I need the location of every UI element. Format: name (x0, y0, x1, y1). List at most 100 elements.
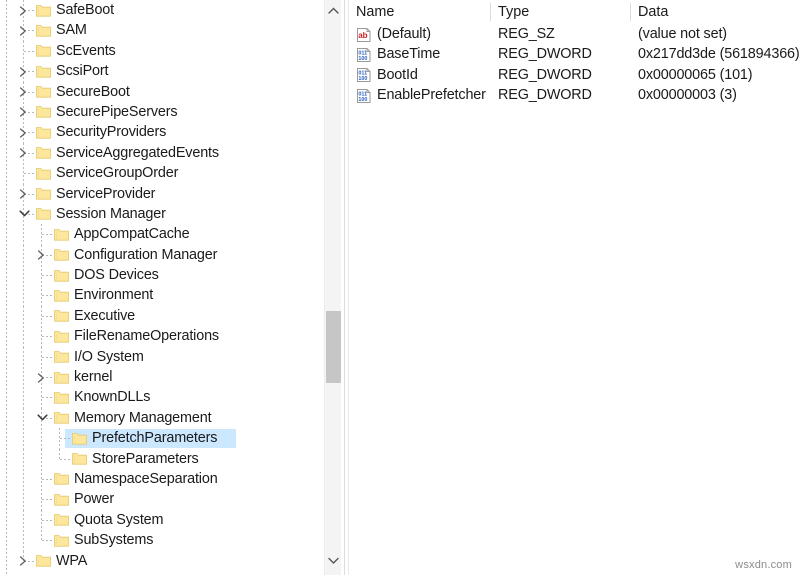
folder-icon (54, 472, 69, 486)
tree-item-i-o-system[interactable]: I/O System (0, 346, 321, 368)
value-row[interactable]: 011 100 EnablePrefetcher REG_DWORD 0x0000000… (352, 85, 800, 105)
string-value-icon: ab (356, 27, 372, 43)
chevron-right-icon[interactable] (17, 122, 31, 142)
tree-item-executive[interactable]: Executive (0, 305, 321, 327)
tree-item-label: SecureBoot (56, 83, 130, 100)
tree-item-serviceprovider[interactable]: ServiceProvider (0, 183, 321, 204)
chevron-down-icon[interactable] (35, 408, 49, 428)
tree-connector-horizontal (42, 478, 52, 480)
tree-item-dos-devices[interactable]: DOS Devices (0, 265, 321, 286)
column-divider-type-data[interactable] (630, 3, 631, 21)
tree-item-safeboot[interactable]: SafeBoot (0, 0, 321, 21)
tree-item-scevents[interactable]: ScEvents (0, 40, 321, 62)
tree-item-servicegrouporder[interactable]: ServiceGroupOrder (0, 163, 321, 184)
tree-connector-horizontal (60, 458, 70, 460)
tree-item-namespaceseparation[interactable]: NamespaceSeparation (0, 468, 321, 490)
value-row[interactable]: 011 100 BootId REG_DWORD 0x00000065 (101) (352, 65, 800, 85)
tree-item-filerenameoperations[interactable]: FileRenameOperations (0, 326, 321, 347)
folder-icon (54, 411, 69, 424)
chevron-right-icon[interactable] (17, 61, 31, 81)
folder-icon (54, 534, 69, 547)
folder-icon (72, 432, 87, 445)
column-divider-name-type[interactable] (490, 3, 491, 21)
chevron-down-icon[interactable] (17, 204, 31, 224)
folder-icon (54, 513, 69, 526)
value-data: 0x00000003 (3) (638, 87, 737, 104)
registry-editor-window: SafeBoot SAM ScEvents ScsiPort SecureBoot Sec… (0, 0, 800, 575)
pane-splitter-shadow (348, 0, 349, 575)
tree-item-serviceaggregatedevents[interactable]: ServiceAggregatedEvents (0, 142, 321, 164)
chevron-right-icon[interactable] (17, 0, 31, 20)
folder-icon (54, 391, 69, 404)
tree-guideline (23, 448, 24, 469)
dword-value-icon: 011 100 (356, 88, 372, 104)
tree-item-quota-system[interactable]: Quota System (0, 509, 321, 531)
tree-item-securepipeservers[interactable]: SecurePipeServers (0, 101, 321, 123)
chevron-right-icon[interactable] (17, 143, 31, 163)
value-type: REG_DWORD (498, 87, 592, 104)
values-column-header[interactable]: Name Type Data (352, 0, 800, 24)
value-name: BootId (377, 66, 418, 83)
chevron-right-icon[interactable] (17, 102, 31, 122)
tree-item-knowndlls[interactable]: KnownDLLs (0, 387, 321, 408)
chevron-right-icon[interactable] (17, 184, 31, 204)
folder-icon (54, 228, 69, 241)
folder-icon (54, 371, 69, 384)
tree-item-storeparameters[interactable]: StoreParameters (0, 448, 321, 469)
tree-connector-vertical (41, 530, 42, 541)
chevron-right-icon[interactable] (17, 551, 31, 571)
folder-icon (36, 44, 51, 57)
tree-item-label: I/O System (74, 348, 144, 365)
pane-splitter[interactable] (344, 0, 345, 575)
tree-item-configuration-manager[interactable]: Configuration Manager (0, 244, 321, 266)
chevron-up-icon[interactable] (325, 2, 342, 19)
tree-guideline (23, 407, 24, 429)
tree-item-kernel[interactable]: kernel (0, 367, 321, 388)
tree-item-label: SubSystems (74, 532, 154, 549)
value-row[interactable]: ab (Default) REG_SZ (value not set) (352, 24, 800, 44)
chevron-right-icon[interactable] (17, 82, 31, 102)
tree-item-label: WPA (56, 552, 88, 569)
value-row[interactable]: 011 100 BaseTime REG_DWORD 0x217dd3de (56189… (352, 44, 800, 64)
tree-item-label: ScsiPort (56, 63, 109, 80)
tree-item-securityproviders[interactable]: SecurityProviders (0, 122, 321, 143)
value-type: REG_DWORD (498, 66, 592, 83)
chevron-down-icon[interactable] (325, 552, 342, 569)
tree-item-appcompatcache[interactable]: AppCompatCache (0, 224, 321, 245)
tree-item-label: ServiceAggregatedEvents (56, 144, 219, 161)
tree-item-prefetchparameters[interactable]: PrefetchParameters (0, 428, 321, 449)
column-header-type[interactable]: Type (498, 0, 529, 24)
folder-icon (36, 126, 51, 139)
chevron-right-icon[interactable] (17, 20, 31, 40)
tree-item-wpa[interactable]: WPA (0, 550, 321, 571)
tree-connector-horizontal (42, 295, 52, 297)
column-header-name[interactable]: Name (356, 0, 394, 24)
tree-guideline (23, 509, 24, 531)
chevron-right-icon[interactable] (35, 245, 49, 265)
folder-icon (36, 146, 51, 159)
folder-icon (36, 187, 51, 200)
column-header-data[interactable]: Data (638, 0, 668, 24)
tree-item-sam[interactable]: SAM (0, 20, 321, 41)
tree-guideline (23, 468, 24, 490)
tree-guideline (23, 244, 24, 266)
tree-item-subsystems[interactable]: SubSystems (0, 530, 321, 551)
tree-connector-horizontal (24, 50, 34, 52)
scrollbar-thumb[interactable] (326, 311, 341, 383)
tree-guideline (23, 346, 24, 368)
folder-icon (54, 493, 69, 506)
value-data: 0x00000065 (101) (638, 66, 753, 83)
registry-values-list[interactable]: Name Type Data ab (Default) REG_SZ (value n… (352, 0, 800, 575)
chevron-right-icon[interactable] (35, 367, 49, 387)
tree-item-session-manager[interactable]: Session Manager (0, 203, 321, 225)
tree-item-power[interactable]: Power (0, 489, 321, 510)
tree-item-secureboot[interactable]: SecureBoot (0, 81, 321, 102)
tree-vertical-scrollbar[interactable] (324, 0, 341, 575)
folder-icon (54, 350, 69, 363)
tree-item-memory-management[interactable]: Memory Management (0, 407, 321, 429)
tree-item-environment[interactable]: Environment (0, 285, 321, 306)
tree-item-scsiport[interactable]: ScsiPort (0, 61, 321, 82)
registry-key-tree[interactable]: SafeBoot SAM ScEvents ScsiPort SecureBoot Sec… (0, 0, 321, 575)
tree-guideline (23, 285, 24, 306)
tree-connector-horizontal (42, 499, 52, 501)
